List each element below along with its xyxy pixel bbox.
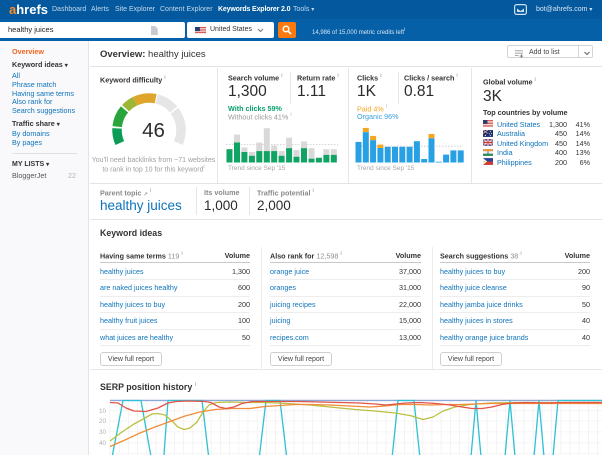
svg-text:46: 46 (142, 119, 165, 142)
svg-text:20: 20 (99, 418, 107, 425)
svg-text:30: 30 (99, 429, 107, 436)
svg-text:40: 40 (99, 440, 107, 447)
svg-text:10: 10 (99, 408, 107, 415)
